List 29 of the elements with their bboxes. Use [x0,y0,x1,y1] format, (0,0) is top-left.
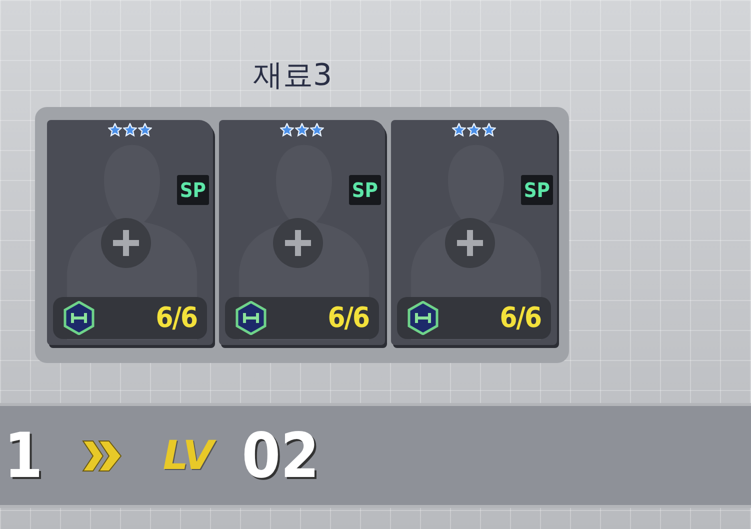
section-title: 재료3 [253,58,332,94]
dumbbell-icon [407,301,439,335]
star-icon [138,123,152,137]
material-slot[interactable]: SP 6/6 [47,120,213,345]
level-label: LV [162,426,214,486]
plus-icon [113,230,139,256]
double-chevron-icon [80,438,123,472]
star-icon [123,123,137,137]
sp-badge: SP [176,175,209,205]
level-from: 1 [4,424,43,486]
star-icon [108,123,122,137]
sp-badge: SP [520,175,553,205]
star-icon [295,123,309,137]
sp-badge: SP [348,175,381,205]
star-icon [467,123,481,137]
count-text: 6/6 [500,300,541,336]
star-icon [452,123,466,137]
plus-icon [285,230,311,256]
material-slot[interactable]: SP 6/6 [219,120,385,345]
level-to: 02 [242,424,320,486]
star-icon [310,123,324,137]
count-text: 6/6 [328,300,369,336]
count-text: 6/6 [156,300,197,336]
star-icon [280,123,294,137]
dumbbell-icon [63,301,95,335]
material-slot[interactable]: SP 6/6 [391,120,557,345]
star-icon [482,123,496,137]
dumbbell-icon [235,301,267,335]
plus-icon [457,230,483,256]
